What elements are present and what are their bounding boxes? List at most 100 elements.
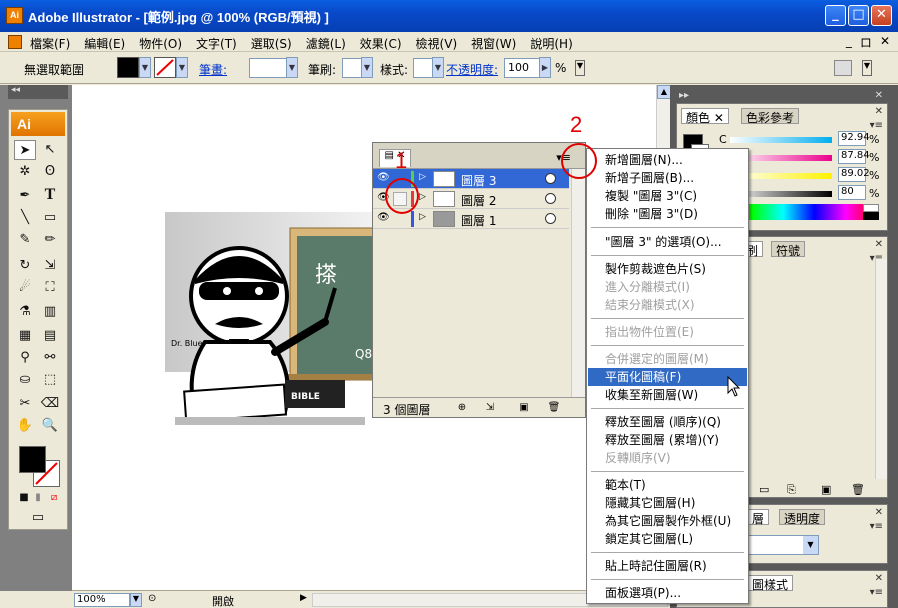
tab-graphic-styles[interactable]: 圖樣式 <box>747 575 794 592</box>
menu-item-template[interactable]: 範本(T) <box>588 476 747 494</box>
expand-triangle-icon[interactable]: ▷ <box>419 192 426 202</box>
screen-mode-icon[interactable]: ▭ <box>25 508 51 528</box>
hand-tool-icon[interactable]: ✋ <box>14 416 36 436</box>
tab-color[interactable]: 顏色 ✕ <box>681 108 729 125</box>
graphic-styles-close-icon[interactable]: ✕ <box>875 573 883 584</box>
layers-scrollbar[interactable] <box>571 169 585 397</box>
none-mode-icon[interactable]: ⧄ <box>43 488 65 508</box>
menu-item-lock-others[interactable]: 鎖定其它圖層(L) <box>588 530 747 548</box>
transparency-panel-menu-icon[interactable]: ▾≡ <box>870 521 883 532</box>
menu-help[interactable]: 說明(H) <box>530 35 572 52</box>
toolbox-collapse-strip[interactable]: ◂◂ <box>8 85 68 99</box>
symbol-options-icon[interactable]: ▣ <box>821 483 831 496</box>
zoom-field[interactable]: 100% <box>74 593 130 607</box>
white-swatch[interactable] <box>863 204 879 212</box>
blend-mode-dropdown-icon[interactable]: ▼ <box>803 536 818 554</box>
transparency-panel-close-icon[interactable]: ✕ <box>875 507 883 518</box>
free-transform-tool-icon[interactable]: ⛶ <box>39 278 61 298</box>
panel-menu-icon[interactable]: ▾≡ <box>870 120 883 131</box>
close-button[interactable]: ✕ <box>871 5 892 26</box>
opacity-field[interactable]: 100 <box>504 58 540 78</box>
blend-tool-icon[interactable]: ⚯ <box>39 348 61 368</box>
channel-k-value[interactable]: 80 <box>838 185 866 200</box>
menu-item-collect-in-new-layer[interactable]: 收集至新圖層(W) <box>588 386 747 404</box>
rectangle-tool-icon[interactable]: ▭ <box>39 208 61 228</box>
selection-tool-icon[interactable]: ➤ <box>14 140 36 160</box>
menu-select[interactable]: 選取(S) <box>251 35 292 52</box>
doc-close-button[interactable]: ✕ <box>880 34 890 51</box>
opacity-arrow-icon[interactable]: ▶ <box>539 57 551 78</box>
menu-item-new-sublayer[interactable]: 新增子圖層(B)... <box>588 169 747 187</box>
rotate-tool-icon[interactable]: ↻ <box>14 256 36 276</box>
warp-tool-icon[interactable]: ☄ <box>14 278 36 298</box>
channel-m-value[interactable]: 87.84 <box>838 149 870 164</box>
layer-target-icon[interactable] <box>545 193 556 204</box>
zoom-dropdown-icon[interactable]: ▼ <box>130 593 142 607</box>
menu-file[interactable]: 檔案(F) <box>30 35 70 52</box>
type-tool-icon[interactable]: T <box>39 186 61 206</box>
channel-c-value[interactable]: 92.94 <box>838 131 870 146</box>
fill-dropdown-icon[interactable]: ▼ <box>139 57 151 78</box>
magic-wand-tool-icon[interactable]: ✲ <box>14 162 36 182</box>
graph-tool-icon[interactable]: ▥ <box>39 302 61 322</box>
channel-c-slider[interactable] <box>730 137 832 143</box>
bridge-icon[interactable] <box>834 60 852 76</box>
channel-y-value[interactable]: 89.02 <box>838 167 870 182</box>
symbols-panel-close-icon[interactable]: ✕ <box>875 239 883 250</box>
visibility-eye-icon[interactable]: 👁 <box>377 172 391 183</box>
black-swatch[interactable] <box>863 212 879 220</box>
menu-view[interactable]: 檢視(V) <box>416 35 458 52</box>
opacity-link[interactable]: 不透明度: <box>446 61 498 78</box>
lasso-tool-icon[interactable]: ʘ <box>39 162 61 182</box>
symbol-sprayer-tool-icon[interactable]: ⚗ <box>14 302 36 322</box>
menu-filter[interactable]: 濾鏡(L) <box>306 35 346 52</box>
menu-item-release-build[interactable]: 釋放至圖層 (累增)(Y) <box>588 431 747 449</box>
menu-item-make-clipping-mask[interactable]: 製作剪裁遮色片(S) <box>588 260 747 278</box>
layer-target-icon[interactable] <box>545 213 556 224</box>
delete-symbol-icon[interactable]: 🗑 <box>851 483 865 496</box>
direct-selection-tool-icon[interactable]: ↖ <box>39 140 61 160</box>
place-symbol-icon[interactable]: ▭ <box>759 483 769 496</box>
fill-color-box-front[interactable] <box>19 446 46 473</box>
symbols-scrollbar[interactable] <box>875 259 887 479</box>
minimize-button[interactable]: _ <box>825 5 846 26</box>
new-sublayer-icon[interactable]: ⇲ <box>483 401 497 415</box>
eyedropper-tool-icon[interactable]: ⚲ <box>14 348 36 368</box>
style-dropdown-icon[interactable]: ▼ <box>432 57 444 78</box>
pencil-tool-icon[interactable]: ✏ <box>39 230 61 250</box>
menu-type[interactable]: 文字(T) <box>196 35 237 52</box>
line-tool-icon[interactable]: ╲ <box>14 208 36 228</box>
bridge-dropdown-icon[interactable]: ▼ <box>862 60 872 76</box>
tab-color-guide[interactable]: 色彩參考 <box>741 108 800 125</box>
style-field[interactable] <box>413 58 433 78</box>
stroke-weight-field[interactable] <box>249 58 287 78</box>
live-paint-bucket-tool-icon[interactable]: ⛀ <box>14 370 36 390</box>
stroke-weight-dropdown-icon[interactable]: ▼ <box>286 57 298 78</box>
menu-item-paste-remembers-layers[interactable]: 貼上時記住圖層(R) <box>588 557 747 575</box>
scroll-up-icon[interactable]: ▲ <box>657 85 671 99</box>
control-menu-icon[interactable]: ▼ <box>575 60 585 76</box>
menu-item-layer-options[interactable]: "圖層 3" 的選項(O)... <box>588 233 747 251</box>
layer-target-icon[interactable] <box>545 173 556 184</box>
new-layer-icon[interactable]: ▣ <box>517 401 531 415</box>
menu-item-delete-layer[interactable]: 刪除 "圖層 3"(D) <box>588 205 747 223</box>
fill-swatch[interactable] <box>117 57 139 78</box>
brush-dropdown-icon[interactable]: ▼ <box>361 57 373 78</box>
artwork-illustration[interactable]: 搽 Q8 BIBLE Dr. Blue <box>165 212 376 432</box>
maximize-button[interactable]: □ <box>848 5 869 26</box>
doc-restore-button[interactable]: ロ <box>860 34 872 51</box>
menu-item-duplicate-layer[interactable]: 複製 "圖層 3"(C) <box>588 187 747 205</box>
stroke-link[interactable]: 筆畫: <box>199 61 227 78</box>
pen-tool-icon[interactable]: ✒ <box>14 186 36 206</box>
graphic-styles-menu-icon[interactable]: ▾≡ <box>870 587 883 598</box>
expand-triangle-icon[interactable]: ▷ <box>419 172 426 182</box>
delete-layer-icon[interactable]: 🗑 <box>547 401 561 415</box>
slice-tool-icon[interactable]: ✂ <box>14 394 36 414</box>
stroke-swatch[interactable] <box>154 57 176 78</box>
tab-transparency[interactable]: 透明度 <box>779 509 826 526</box>
lock-toggle[interactable] <box>393 212 407 226</box>
menu-item-panel-options[interactable]: 面板選項(P)... <box>588 584 747 602</box>
dock-close-icon[interactable]: ✕ <box>875 90 883 101</box>
dock-collapse-icon[interactable]: ▸▸ <box>679 90 689 101</box>
tab-symbols[interactable]: 符號 <box>771 241 806 258</box>
